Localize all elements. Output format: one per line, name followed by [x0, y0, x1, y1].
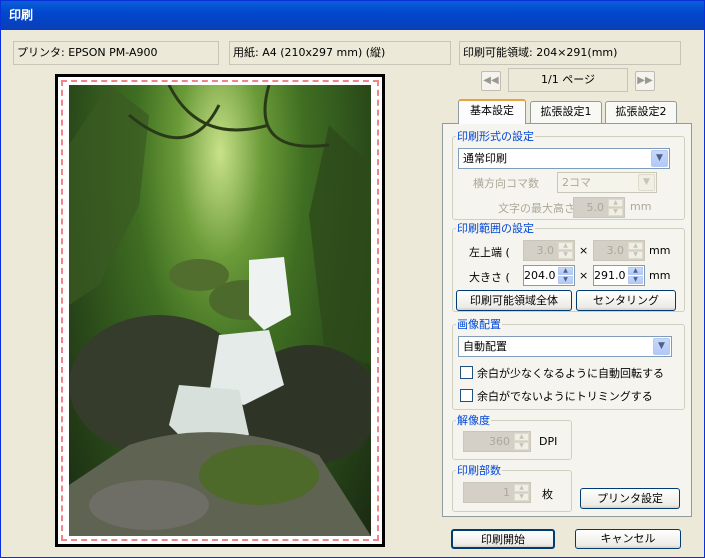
max-text-height-value: 5.0 — [586, 201, 605, 214]
resolution-field[interactable]: 360 ▲ ▼ — [463, 431, 531, 452]
max-text-height-field[interactable]: 5.0 ▲ ▼ — [573, 197, 625, 218]
top-left-x-spinner[interactable]: ▲ ▼ — [558, 242, 573, 259]
tab-extended-settings-1[interactable]: 拡張設定1 — [530, 101, 602, 123]
frames-select[interactable]: 2コマ ▼ — [557, 172, 657, 193]
print-mode-value: 通常印刷 — [463, 152, 507, 165]
window-title: 印刷 — [9, 8, 34, 22]
copies-unit: 枚 — [542, 488, 553, 501]
image-layout-legend: 画像配置 — [457, 318, 501, 331]
trim-checkbox[interactable] — [460, 389, 473, 402]
max-text-height-spinner[interactable]: ▲ ▼ — [608, 199, 623, 216]
print-mode-select[interactable]: 通常印刷 ▼ — [458, 148, 670, 169]
top-left-y-spinner[interactable]: ▲ ▼ — [628, 242, 643, 259]
print-format-legend: 印刷形式の設定 — [457, 130, 534, 143]
copies-legend: 印刷部数 — [457, 464, 501, 477]
printable-area-info: 印刷可能領域: 204×291(mm) — [459, 41, 681, 65]
printer-info: プリンタ: EPSON PM-A900 — [13, 41, 219, 65]
copies-spinner[interactable]: ▲ ▼ — [514, 484, 529, 501]
preview-photo — [69, 85, 371, 536]
start-print-button[interactable]: 印刷開始 — [451, 529, 555, 549]
prev-page-button[interactable]: ◀◀ — [481, 71, 501, 91]
top-left-label: 左上端 ( — [469, 246, 510, 259]
next-page-icon: ▶▶ — [637, 75, 653, 86]
top-left-y-field[interactable]: 3.0 ▲ ▼ — [593, 240, 645, 261]
top-left-x-value: 3.0 — [536, 244, 555, 257]
auto-rotate-label: 余白が少なくなるように自動回転する — [477, 367, 664, 380]
full-printable-area-button[interactable]: 印刷可能領域全体 — [456, 290, 572, 311]
chevron-down-icon: ▼ — [651, 150, 668, 167]
frames-label: 横方向コマ数 — [473, 177, 539, 190]
waterfall-photo-image — [69, 85, 371, 536]
max-text-height-label: 文字の最大高さ — [498, 202, 575, 215]
size-label: 大きさ ( — [469, 271, 510, 284]
top-left-unit: mm — [649, 244, 671, 257]
max-text-height-unit: mm — [630, 200, 652, 213]
copies-value: 1 — [503, 486, 510, 499]
copies-field[interactable]: 1 ▲ ▼ — [463, 482, 531, 503]
size-height-field[interactable]: 291.0 ▲ ▼ — [593, 265, 645, 286]
resolution-legend: 解像度 — [457, 414, 490, 427]
top-left-y-value: 3.0 — [606, 244, 625, 257]
print-preview — [55, 74, 385, 547]
centering-button[interactable]: センタリング — [576, 290, 676, 311]
title-bar: 印刷 — [1, 1, 704, 30]
size-times: × — [579, 269, 589, 282]
page-indicator: 1/1 ページ — [508, 68, 628, 92]
resolution-unit: DPI — [539, 435, 558, 448]
size-width-value: 204.0 — [524, 269, 556, 282]
tab-panel-basic: 印刷形式の設定 通常印刷 ▼ 横方向コマ数 2コマ ▼ 文字の最大高さ 5.0 … — [442, 123, 692, 517]
prev-page-icon: ◀◀ — [483, 75, 499, 86]
tab-extended-settings-2[interactable]: 拡張設定2 — [605, 101, 677, 123]
resolution-value: 360 — [489, 435, 510, 448]
chevron-down-icon: ▼ — [653, 338, 670, 355]
print-range-legend: 印刷範囲の設定 — [457, 222, 534, 235]
next-page-button[interactable]: ▶▶ — [635, 71, 655, 91]
size-height-spinner[interactable]: ▲ ▼ — [628, 267, 643, 284]
cancel-button[interactable]: キャンセル — [575, 529, 681, 549]
auto-rotate-checkbox[interactable] — [460, 366, 473, 379]
tab-basic-settings[interactable]: 基本設定 — [458, 99, 526, 124]
size-unit: mm — [649, 269, 671, 282]
image-layout-select[interactable]: 自動配置 ▼ — [458, 336, 672, 357]
top-left-times: × — [579, 244, 589, 257]
size-width-field[interactable]: 204.0 ▲ ▼ — [523, 265, 575, 286]
top-left-x-field[interactable]: 3.0 ▲ ▼ — [523, 240, 575, 261]
image-layout-value: 自動配置 — [463, 340, 507, 353]
resolution-spinner[interactable]: ▲ ▼ — [514, 433, 529, 450]
paper-info: 用紙: A4 (210x297 mm) (縦) — [229, 41, 451, 65]
size-height-value: 291.0 — [594, 269, 626, 282]
size-width-spinner[interactable]: ▲ ▼ — [558, 267, 573, 284]
trim-label: 余白がでないようにトリミングする — [477, 390, 653, 403]
print-dialog: 印刷 プリンタ: EPSON PM-A900 用紙: A4 (210x297 m… — [0, 0, 705, 558]
printer-settings-button[interactable]: プリンタ設定 — [580, 488, 680, 509]
chevron-down-icon: ▼ — [638, 174, 655, 191]
frames-value: 2コマ — [562, 176, 591, 189]
